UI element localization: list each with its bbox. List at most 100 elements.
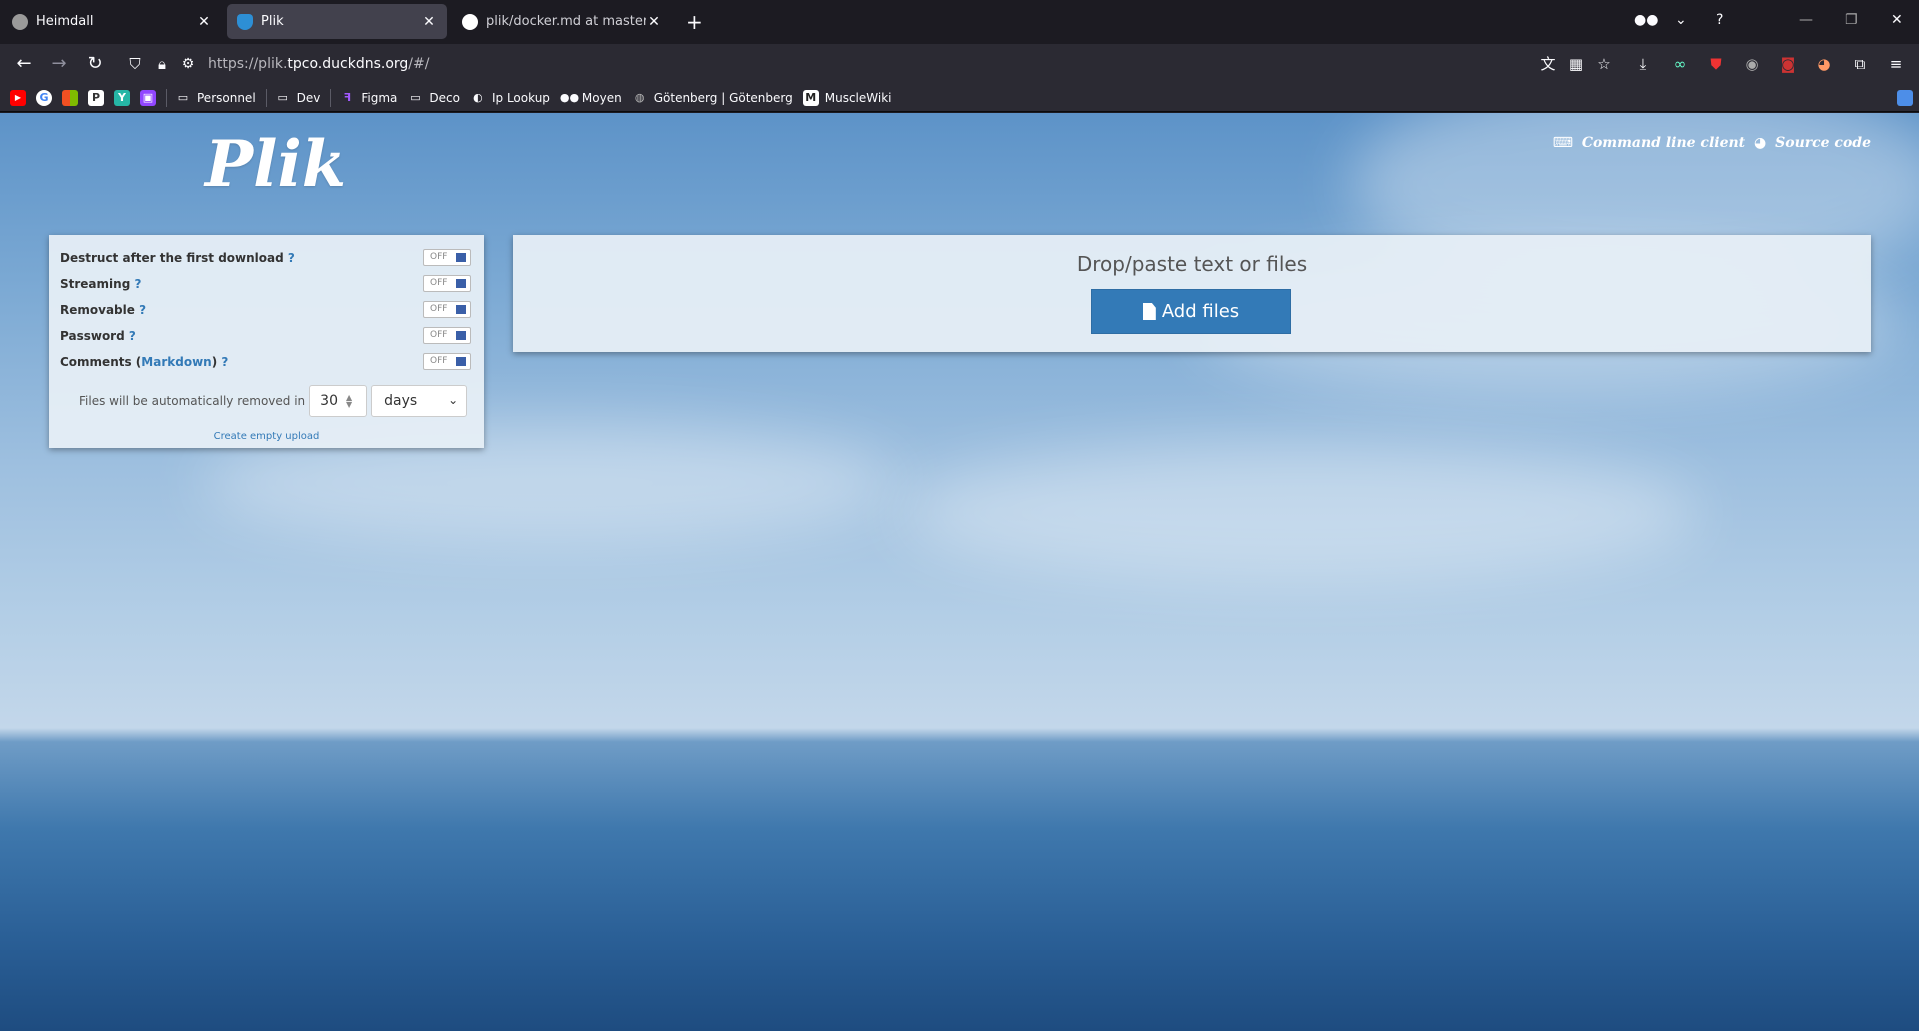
bookmark-label: Personnel — [197, 90, 256, 105]
google-icon: G — [36, 89, 52, 106]
bookmark-folder-deco[interactable]: ▭ Deco — [407, 90, 460, 106]
bookmark-moyen[interactable]: ●● Moyen — [560, 90, 622, 106]
toggle-one-shot[interactable]: OFF — [423, 249, 471, 266]
new-tab-button[interactable]: + — [686, 10, 703, 34]
close-tab-icon[interactable]: ✕ — [421, 14, 437, 30]
bookmarks-toolbar: ▶ G P Y ▣ ▭ Personnel ▭ Dev ꟻ Figma ▭ Deco ◐… — [0, 84, 1919, 112]
toggle-knob — [456, 279, 466, 288]
drop-zone[interactable]: Drop/paste text or files Add files — [513, 235, 1871, 352]
option-label: Comments — [60, 355, 132, 369]
profile-icon[interactable]: ? — [1716, 12, 1723, 28]
toggle-comments[interactable]: OFF — [423, 353, 471, 370]
bookmark-star-icon[interactable]: ☆ — [1594, 54, 1614, 74]
url-suffix: /#/ — [408, 56, 430, 72]
downloads-icon[interactable]: ⤓ — [1633, 54, 1653, 74]
navigation-toolbar: ← → ↻ ⛉ 🔒︎ ⚙ https://plik. tpco.duckdns.o… — [0, 44, 1919, 84]
bookmark-y[interactable]: Y — [114, 89, 130, 106]
bookmark-gotenberg[interactable]: ◍ Götenberg | Götenberg — [632, 90, 793, 106]
bookmark-google[interactable]: G — [36, 89, 52, 106]
github-favicon-icon — [462, 13, 478, 30]
help-link[interactable]: ? — [221, 355, 228, 369]
header-links: ⌨ Command line client ◕ Source code — [1549, 135, 1871, 151]
tab-title: Heimdall — [36, 14, 94, 29]
tab-heimdall[interactable]: Heimdall ✕ — [2, 4, 222, 39]
lock-icon[interactable]: 🔒︎ — [150, 52, 174, 76]
toggle-state: OFF — [430, 304, 448, 314]
extension-fox-icon[interactable]: ◕ — [1814, 54, 1834, 74]
bookmark-folder-dev[interactable]: ▭ Dev — [275, 90, 321, 106]
help-link[interactable]: ? — [139, 303, 146, 317]
command-line-client-link[interactable]: Command line client — [1582, 135, 1745, 151]
toggle-knob — [456, 305, 466, 314]
bookmark-twitch[interactable]: ▣ — [140, 89, 156, 106]
forward-button[interactable]: → — [47, 52, 71, 76]
ttl-number-input[interactable]: 30 ▲ ▼ — [309, 385, 368, 417]
tab-plik[interactable]: Plik ✕ — [227, 4, 447, 39]
minimize-icon[interactable]: — — [1799, 12, 1813, 28]
window-close-icon[interactable]: ✕ — [1891, 12, 1903, 28]
spinner-arrows-icon[interactable]: ▲ ▼ — [346, 394, 352, 409]
close-tab-icon[interactable]: ✕ — [646, 14, 662, 30]
translate-icon[interactable]: 文 — [1538, 54, 1558, 74]
list-all-tabs-icon[interactable]: ⌄ — [1675, 12, 1687, 28]
toggle-removable[interactable]: OFF — [423, 301, 471, 318]
help-link[interactable]: ? — [134, 277, 141, 291]
plik-logo[interactable]: Plik — [205, 127, 346, 202]
ublock-icon[interactable]: ⛊ — [1706, 54, 1726, 74]
ttl-unit-select[interactable]: days ⌄ — [371, 385, 468, 417]
address-bar[interactable]: https://plik. tpco.duckdns.org/#/ — [208, 49, 1548, 79]
bookmark-microsoft[interactable] — [62, 89, 78, 106]
medium-icon: ●● — [559, 90, 580, 104]
source-code-link[interactable]: Source code — [1775, 135, 1871, 151]
toggle-streaming[interactable]: OFF — [423, 275, 471, 292]
option-comments: Comments (Markdown) ? — [60, 355, 229, 369]
figma-icon: ꟻ — [343, 90, 352, 104]
add-files-button[interactable]: Add files — [1091, 289, 1291, 334]
bookmark-folder-personnel[interactable]: ▭ Personnel — [175, 90, 256, 106]
twitch-icon: ▣ — [140, 89, 156, 106]
create-empty-upload-link[interactable]: Create empty upload — [49, 431, 484, 442]
permissions-icon[interactable]: ⚙ — [176, 52, 200, 76]
keyboard-icon: ⌨ — [1552, 135, 1573, 151]
restore-icon[interactable]: ❐ — [1845, 12, 1858, 28]
bookmark-ip-lookup[interactable]: ◐ Ip Lookup — [470, 90, 550, 106]
other-bookmarks-icon[interactable] — [1897, 90, 1913, 106]
toggle-state: OFF — [430, 330, 448, 340]
gotenberg-icon: ◍ — [634, 90, 645, 104]
help-link[interactable]: ? — [129, 329, 136, 343]
bookmark-separator — [330, 88, 332, 107]
bookmark-label: Moyen — [581, 90, 622, 105]
chevron-down-icon: ⌄ — [448, 393, 459, 407]
back-button[interactable]: ← — [12, 52, 36, 76]
youtube-icon: ▶ — [10, 89, 26, 106]
tab-title: Plik — [261, 14, 284, 29]
markdown-link[interactable]: Markdown — [141, 355, 211, 369]
option-removable: Removable ? — [60, 303, 146, 317]
tab-github[interactable]: plik/docker.md at master · root ✕ — [452, 4, 672, 39]
bookmark-label: Ip Lookup — [491, 90, 550, 105]
ttl-value: 30 — [320, 393, 338, 409]
app-menu-icon[interactable]: ≡ — [1886, 54, 1906, 74]
bookmark-label: Dev — [296, 90, 321, 105]
extension-glasses-icon[interactable]: ∞ — [1670, 54, 1690, 74]
option-label: Removable — [60, 303, 135, 317]
extensions-puzzle-icon[interactable]: ⧉ — [1850, 54, 1870, 74]
bookmark-label: Götenberg | Götenberg — [653, 90, 793, 105]
folder-icon: ▭ — [177, 90, 189, 104]
bookmark-separator — [265, 88, 267, 107]
extension-gamepad-icon[interactable]: ◙ — [1778, 54, 1798, 74]
toggle-password[interactable]: OFF — [423, 327, 471, 344]
bookmark-figma[interactable]: ꟻ Figma — [339, 90, 398, 106]
shield-icon[interactable]: ⛉ — [123, 52, 147, 76]
bookmark-musclewiki[interactable]: M MuscleWiki — [802, 89, 892, 106]
reload-button[interactable]: ↻ — [83, 52, 107, 76]
bookmark-youtube[interactable]: ▶ — [10, 89, 26, 106]
option-streaming: Streaming ? — [60, 277, 141, 291]
bookmark-separator — [166, 88, 167, 107]
close-tab-icon[interactable]: ✕ — [196, 14, 212, 30]
cloud-favicon-icon — [237, 13, 253, 30]
help-link[interactable]: ? — [288, 251, 295, 265]
extension-circle-icon[interactable]: ◉ — [1742, 54, 1762, 74]
bookmark-p[interactable]: P — [88, 89, 104, 106]
qr-code-icon[interactable]: ▦ — [1566, 54, 1586, 74]
